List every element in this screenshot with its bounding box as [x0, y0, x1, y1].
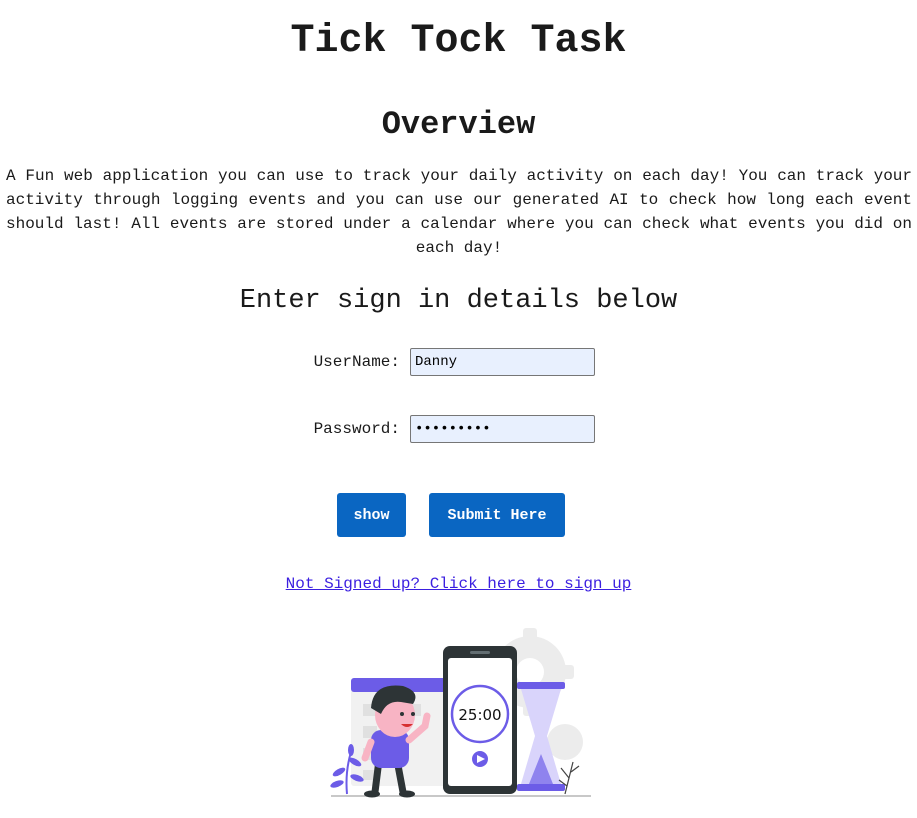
timer-text: 25:00: [458, 706, 501, 724]
app-title: Tick Tock Task: [290, 19, 627, 64]
phone-timer-icon: 25:00: [443, 646, 517, 794]
username-input[interactable]: [410, 348, 595, 376]
username-label: UserName:: [313, 353, 400, 371]
overview-description: A Fun web application you can use to tra…: [6, 167, 912, 257]
overview-heading: Overview: [381, 106, 536, 143]
time-management-illustration: 25:00: [330, 628, 591, 798]
password-input[interactable]: [410, 415, 595, 443]
password-row: Password:: [0, 415, 917, 443]
signin-heading: Enter sign in details below: [239, 286, 678, 316]
signup-link[interactable]: Not Signed up? Click here to sign up: [286, 575, 632, 593]
username-row: UserName:: [0, 348, 917, 376]
submit-button[interactable]: Submit Here: [429, 493, 565, 537]
show-password-button[interactable]: show: [337, 493, 406, 537]
signup-link-container: Not Signed up? Click here to sign up: [0, 574, 917, 594]
password-label: Password:: [313, 420, 400, 438]
